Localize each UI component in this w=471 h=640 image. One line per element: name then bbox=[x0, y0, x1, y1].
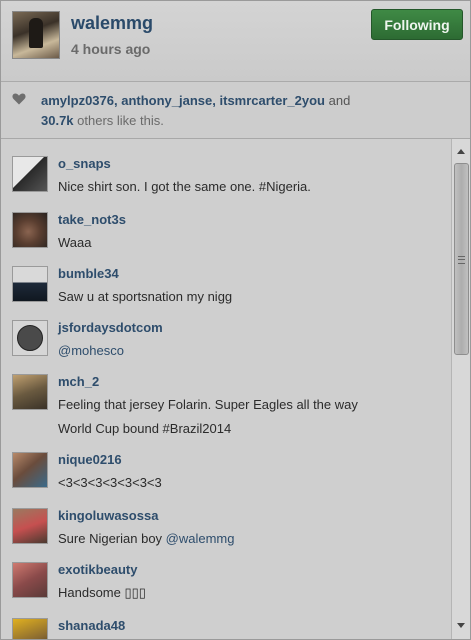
liker-link[interactable]: itsmrcarter_2you bbox=[220, 93, 326, 108]
commenter-avatar[interactable] bbox=[12, 562, 48, 598]
comment-item: shanada48 bbox=[1, 601, 451, 639]
commenter-username[interactable]: bumble34 bbox=[58, 266, 119, 281]
comment-item: o_snaps Nice shirt son. I got the same o… bbox=[1, 139, 451, 195]
commenter-username[interactable]: exotikbeauty bbox=[58, 562, 137, 577]
instagram-comments-panel: walemmg 4 hours ago Following amylpz0376… bbox=[0, 0, 471, 640]
scroll-up-arrow-icon[interactable] bbox=[457, 149, 465, 154]
commenter-username[interactable]: jsfordaysdotcom bbox=[58, 320, 163, 335]
commenter-username[interactable]: shanada48 bbox=[58, 618, 125, 633]
comment-item: take_not3s Waaa bbox=[1, 195, 451, 250]
scroll-down-arrow-icon[interactable] bbox=[457, 623, 465, 628]
liker-link[interactable]: anthony_janse bbox=[121, 93, 212, 108]
comment-item: jsfordaysdotcom @mohesco bbox=[1, 303, 451, 358]
comment-item: mch_2 Feeling that jersey Folarin. Super… bbox=[1, 357, 451, 436]
commenter-avatar[interactable] bbox=[12, 156, 48, 192]
commenter-username[interactable]: o_snaps bbox=[58, 156, 111, 171]
comment-item: bumble34 Saw u at sportsnation my nigg bbox=[1, 249, 451, 304]
commenter-username[interactable]: kingoluwasossa bbox=[58, 508, 158, 523]
comment-item: kingoluwasossa Sure Nigerian boy @walemm… bbox=[1, 491, 451, 546]
commenter-avatar[interactable] bbox=[12, 212, 48, 248]
likes-count[interactable]: 30.7k bbox=[41, 113, 74, 128]
commenter-avatar[interactable] bbox=[12, 452, 48, 488]
comment-list: o_snaps Nice shirt son. I got the same o… bbox=[1, 139, 451, 639]
likes-suffix: others like this. bbox=[73, 113, 164, 128]
author-avatar[interactable] bbox=[12, 11, 60, 59]
post-header: walemmg 4 hours ago Following bbox=[1, 1, 470, 82]
mention-link[interactable]: @walemmg bbox=[166, 531, 235, 546]
author-username[interactable]: walemmg bbox=[71, 13, 153, 34]
commenter-username[interactable]: nique0216 bbox=[58, 452, 122, 467]
commenter-avatar[interactable] bbox=[12, 508, 48, 544]
commenter-avatar[interactable] bbox=[12, 320, 48, 356]
comment-item: exotikbeauty Handsome ▯▯▯ bbox=[1, 545, 451, 601]
commenter-avatar[interactable] bbox=[12, 374, 48, 410]
grip-icon bbox=[458, 256, 465, 264]
likes-and-text: and bbox=[325, 93, 351, 108]
scrollbar-thumb[interactable] bbox=[454, 163, 469, 355]
liker-link[interactable]: amylpz0376 bbox=[41, 93, 114, 108]
commenter-username[interactable]: take_not3s bbox=[58, 212, 126, 227]
likes-separator: , bbox=[212, 93, 220, 108]
heart-icon bbox=[12, 93, 26, 105]
comment-text-prefix: Sure Nigerian boy bbox=[58, 531, 166, 546]
commenter-avatar[interactable] bbox=[12, 618, 48, 639]
likes-users-line: amylpz0376, anthony_janse, itsmrcarter_2… bbox=[41, 93, 350, 108]
mention-link[interactable]: @mohesco bbox=[58, 343, 124, 358]
post-timestamp: 4 hours ago bbox=[71, 41, 151, 57]
commenter-username[interactable]: mch_2 bbox=[58, 374, 99, 389]
commenter-avatar[interactable] bbox=[12, 266, 48, 302]
comment-item: nique0216 <3<3<3<3<3<3<3 bbox=[1, 435, 451, 491]
likes-count-line: 30.7k others like this. bbox=[41, 113, 164, 128]
likes-section bbox=[1, 82, 470, 139]
comment-text: Feeling that jersey Folarin. Super Eagle… bbox=[58, 397, 358, 412]
comment-scrollbar[interactable] bbox=[451, 139, 470, 639]
following-button[interactable]: Following bbox=[371, 9, 463, 40]
